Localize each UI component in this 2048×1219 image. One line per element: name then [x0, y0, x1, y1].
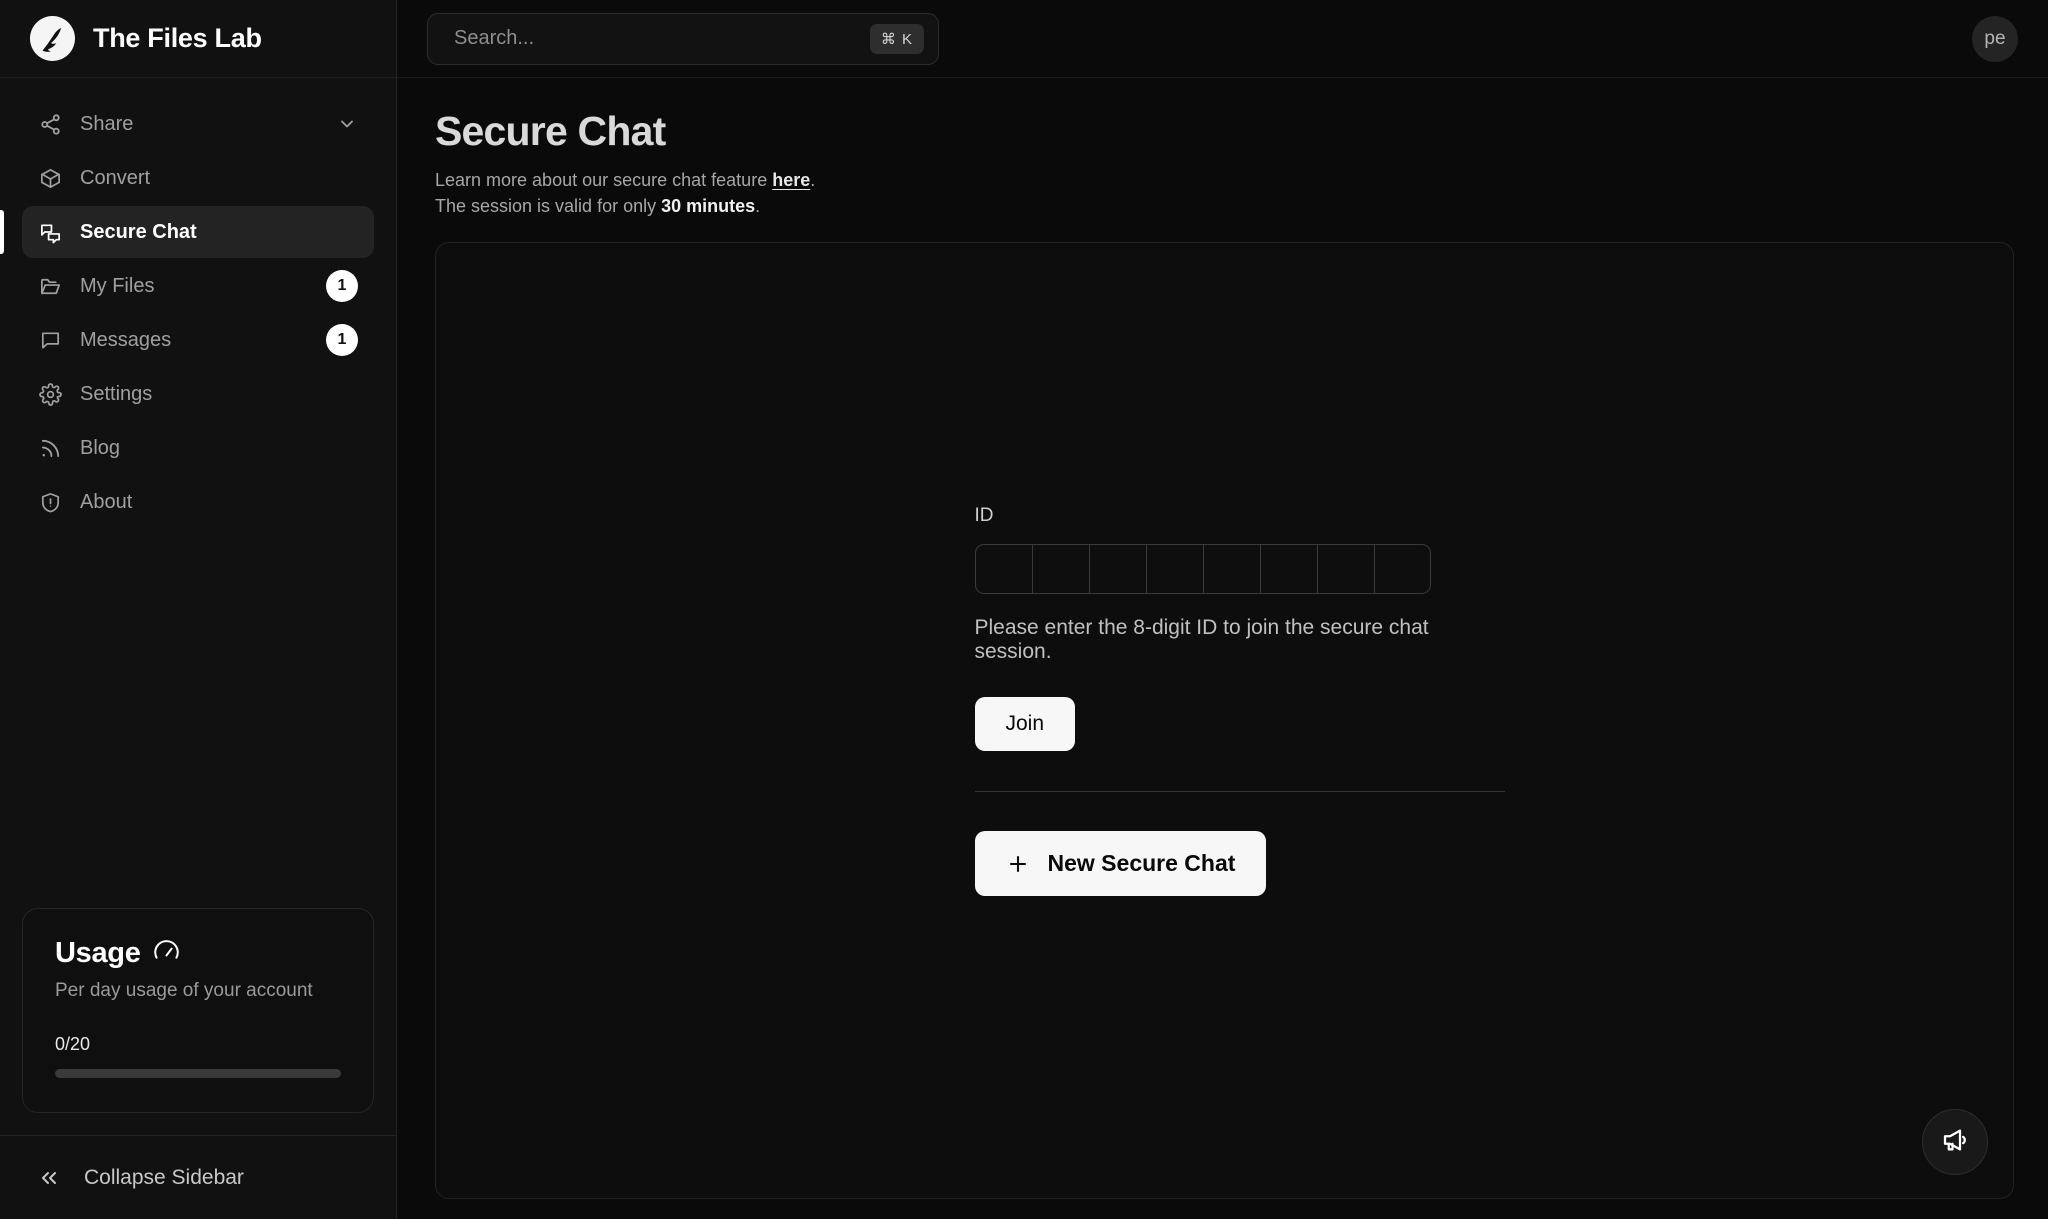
- main-content: Search... ⌘ K pe Secure Chat Learn more …: [397, 0, 2048, 1219]
- page-header: Secure Chat Learn more about our secure …: [397, 78, 2048, 219]
- brand-name: The Files Lab: [93, 23, 262, 53]
- folder-icon: [38, 274, 62, 298]
- session-suffix: .: [755, 196, 761, 217]
- top-bar: Search... ⌘ K pe: [397, 0, 2048, 78]
- chevron-down-icon[interactable]: [336, 113, 358, 135]
- collapse-sidebar-label: Collapse Sidebar: [84, 1165, 244, 1189]
- sidebar-item-label: My Files: [80, 274, 155, 297]
- chat-bubbles-icon: [38, 220, 62, 244]
- usage-count: 0/20: [55, 1034, 91, 1054]
- usage-progress-bar: [55, 1069, 341, 1078]
- otp-cell-8[interactable]: [1373, 544, 1431, 595]
- new-secure-chat-button[interactable]: New Secure Chat: [974, 831, 1267, 897]
- otp-input-group[interactable]: [974, 544, 1505, 595]
- megaphone-icon: [1940, 1125, 1970, 1160]
- usage-header: Usage: [55, 937, 341, 970]
- collapse-sidebar-button[interactable]: Collapse Sidebar: [0, 1135, 396, 1219]
- otp-cell-6[interactable]: [1259, 544, 1317, 595]
- gauge-icon: [153, 938, 180, 970]
- page-description-line-2: The session is valid for only 30 minutes…: [435, 193, 2048, 219]
- sidebar-item-secure-chat[interactable]: Secure Chat: [0, 206, 374, 258]
- desc-prefix: Learn more about our secure chat feature: [435, 170, 773, 191]
- session-duration: 30 minutes: [661, 196, 756, 217]
- sidebar-nav: Share Convert Secure Chat My Files 1 Mes…: [0, 78, 396, 528]
- rss-icon: [38, 436, 62, 460]
- sidebar-item-label: Share: [80, 112, 134, 135]
- sidebar-item-share[interactable]: Share: [22, 98, 374, 150]
- otp-cell-2[interactable]: [1031, 544, 1089, 595]
- sidebar-item-label: Messages: [80, 328, 172, 351]
- brand-header[interactable]: The Files Lab: [0, 0, 396, 78]
- otp-cell-1[interactable]: [974, 544, 1032, 595]
- join-session-form: ID Please enter the 8-digit ID to join t…: [974, 505, 1505, 897]
- sidebar-item-label: Secure Chat: [80, 220, 197, 243]
- usage-subtitle: Per day usage of your account: [55, 980, 313, 1001]
- sidebar-item-blog[interactable]: Blog: [22, 422, 374, 474]
- box-icon: [38, 166, 62, 190]
- sidebar-item-label: Settings: [80, 382, 153, 405]
- search-placeholder: Search...: [454, 27, 535, 49]
- otp-cell-7[interactable]: [1316, 544, 1374, 595]
- otp-cell-5[interactable]: [1202, 544, 1260, 595]
- sidebar-item-messages[interactable]: Messages 1: [22, 314, 374, 366]
- app-root: The Files Lab Share Convert Secure Chat …: [0, 0, 2048, 1219]
- announcements-button[interactable]: [1922, 1109, 1988, 1175]
- share-icon: [38, 112, 62, 136]
- desc-suffix: .: [810, 170, 816, 191]
- sidebar-item-label: About: [80, 490, 133, 513]
- sidebar-item-label: Convert: [80, 166, 151, 189]
- plus-icon: [1006, 852, 1030, 876]
- sidebar-badge: 1: [326, 270, 358, 302]
- learn-more-link[interactable]: here: [772, 170, 810, 190]
- avatar[interactable]: pe: [1972, 15, 2018, 62]
- form-divider: [974, 791, 1505, 793]
- sidebar-item-convert[interactable]: Convert: [22, 152, 374, 204]
- sidebar: The Files Lab Share Convert Secure Chat …: [0, 0, 397, 1219]
- secure-chat-panel: ID Please enter the 8-digit ID to join t…: [435, 242, 2014, 1199]
- feather-logo-icon: [30, 16, 75, 61]
- chevrons-left-icon: [36, 1165, 62, 1191]
- message-icon: [38, 328, 62, 352]
- search-input[interactable]: Search... ⌘ K: [427, 12, 939, 65]
- usage-title: Usage: [55, 937, 141, 969]
- page-description-line-1: Learn more about our secure chat feature…: [435, 167, 2048, 193]
- sidebar-item-settings[interactable]: Settings: [22, 368, 374, 420]
- gear-icon: [38, 382, 62, 406]
- page-description: Learn more about our secure chat feature…: [435, 167, 2048, 219]
- usage-card: Usage Per day usage of your account 0/20: [22, 908, 374, 1113]
- sidebar-item-my-files[interactable]: My Files 1: [22, 260, 374, 312]
- page-title: Secure Chat: [435, 108, 666, 154]
- session-prefix: The session is valid for only: [435, 196, 662, 217]
- new-secure-chat-label: New Secure Chat: [1047, 850, 1236, 877]
- id-field-label: ID: [974, 505, 994, 527]
- join-button[interactable]: Join: [974, 697, 1076, 752]
- sidebar-item-label: Blog: [80, 436, 121, 459]
- search-shortcut-badge: ⌘ K: [869, 23, 924, 54]
- sidebar-item-about[interactable]: About: [22, 476, 374, 528]
- otp-helper-text: Please enter the 8-digit ID to join the …: [974, 616, 1429, 664]
- otp-cell-4[interactable]: [1145, 544, 1203, 595]
- shield-alert-icon: [38, 490, 62, 514]
- sidebar-badge: 1: [326, 324, 358, 356]
- otp-cell-3[interactable]: [1088, 544, 1146, 595]
